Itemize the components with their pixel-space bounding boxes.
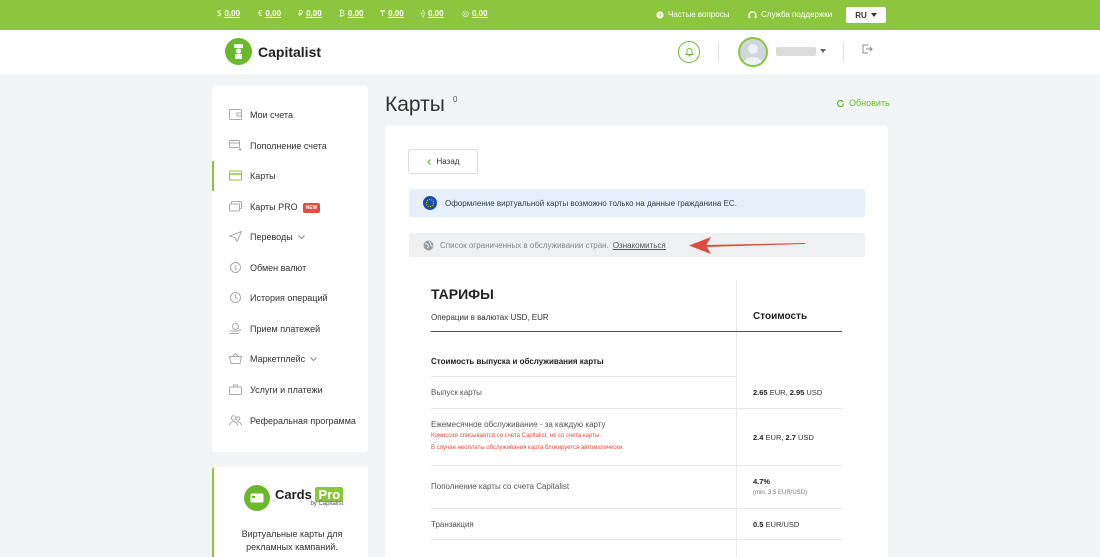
logout-icon[interactable]: [862, 44, 873, 54]
sidebar-item-transfers[interactable]: Переводы: [212, 222, 368, 252]
avatar[interactable]: [738, 37, 768, 67]
chevron-down-icon[interactable]: [820, 49, 826, 53]
header-rule: [431, 331, 842, 332]
chevron-down-icon: [310, 357, 317, 362]
tariff-row-value: 2.65 EUR, 2.95 USD: [753, 388, 823, 397]
headset-icon: [748, 10, 757, 18]
tariff-row-note: Комиссия списывается со счета Capitalist…: [431, 433, 601, 439]
cards-pro-logo: Cards Pro by Capitalist: [244, 485, 344, 511]
row-divider: [431, 508, 842, 509]
card-plus-icon: [229, 140, 242, 151]
balance-coin[interactable]: ◎ 0,00: [462, 9, 488, 18]
tariffs-title: ТАРИФЫ: [431, 286, 494, 302]
sidebar-item-marketplace[interactable]: Маркетплейс: [212, 344, 368, 374]
sidebar-item-referral[interactable]: Реферальная программа: [212, 406, 368, 436]
clock-icon: [230, 292, 241, 303]
balance-kzt[interactable]: ₸ 0,00: [380, 9, 404, 18]
sidebar: Мои счета Пополнение счета Карты Карты P…: [212, 86, 368, 452]
header: Capitalist: [0, 30, 1100, 74]
cost-column-header: Стоимость: [753, 311, 808, 322]
capitalist-logo-icon: [225, 38, 252, 65]
chevron-down-icon: [297, 235, 305, 240]
hand-coin-icon: [229, 323, 242, 334]
notifications-bell-icon[interactable]: [678, 41, 700, 63]
divider: [843, 42, 844, 62]
sidebar-item-accounts[interactable]: Мои счета: [212, 100, 368, 130]
balance-btc[interactable]: ₿ 0,00: [339, 9, 364, 18]
cards-stack-icon: [229, 201, 242, 212]
chevron-down-icon: [870, 13, 877, 17]
tariffs-subtitle: Операции в валютах USD, EUR: [431, 313, 549, 322]
svg-text:?: ?: [658, 13, 662, 19]
column-divider: [736, 280, 737, 557]
sidebar-item-history[interactable]: История операций: [212, 283, 368, 313]
sidebar-item-topup[interactable]: Пополнение счета: [212, 131, 368, 161]
sidebar-item-cards[interactable]: Карты: [212, 161, 368, 191]
sidebar-item-exchange[interactable]: $ Обмен валют: [212, 253, 368, 283]
page-title: Карты: [385, 93, 445, 116]
divider: [718, 42, 719, 62]
row-divider: [431, 539, 842, 540]
tariff-row-note: В случае неоплаты обслуживания карта бло…: [431, 445, 624, 451]
balance-usd[interactable]: $0,00: [217, 9, 240, 18]
cards-pro-promo[interactable]: Cards Pro by Capitalist Виртуальные карт…: [212, 467, 368, 557]
tariff-row-label: Ежемесячное обслуживание - за каждую кар…: [431, 420, 606, 429]
card-icon: [244, 485, 270, 511]
tariff-row-value: 2.4 EUR, 2.7 USD: [753, 433, 814, 442]
chevron-left-icon: [426, 158, 431, 165]
question-icon: ?: [656, 10, 664, 19]
sidebar-item-services[interactable]: Услуги и платежи: [212, 375, 368, 405]
new-badge: NEW: [302, 202, 321, 213]
back-button[interactable]: Назад: [408, 149, 478, 174]
balance-eur[interactable]: €0,00: [258, 9, 281, 18]
promo-description: Виртуальные карты для рекламных кампаний…: [241, 529, 343, 552]
tariff-row-label: Выпуск карты: [431, 388, 482, 397]
cards-content-panel: Назад Оформление виртуальной карты возмо…: [385, 126, 888, 557]
wallet-icon: [229, 109, 242, 120]
tariff-row-value: 0.5 EUR/USD: [753, 520, 800, 529]
section-header: Стоимость выпуска и обслуживания карты: [431, 357, 604, 366]
balance-eth[interactable]: ⟠ 0,00: [421, 9, 444, 18]
eu-flag-icon: [423, 196, 437, 210]
cards-count: 0: [453, 95, 458, 104]
tariff-row-min: (min. 3.5 EUR/USD): [753, 490, 808, 496]
paper-plane-icon: [229, 231, 242, 242]
support-link[interactable]: Служба поддержки: [748, 10, 832, 19]
red-arrow-annotation: [689, 237, 805, 254]
row-divider: [431, 376, 736, 377]
tariff-row-label: Транзакция: [431, 520, 474, 529]
briefcase-icon: [229, 384, 242, 395]
faq-link[interactable]: ? Частые вопросы: [656, 10, 729, 19]
language-select[interactable]: RU: [846, 7, 886, 23]
globe-icon: [423, 240, 434, 250]
sidebar-item-payments-accept[interactable]: Прием платежей: [212, 314, 368, 344]
user-name-blurred[interactable]: [776, 47, 816, 56]
tariff-row-value: 4.7%: [753, 477, 771, 486]
basket-icon: [229, 353, 242, 364]
brand-logo[interactable]: Capitalist: [225, 38, 321, 65]
eu-info-banner: Оформление виртуальной карты возможно то…: [409, 189, 865, 217]
refresh-button[interactable]: Обновить: [836, 98, 890, 108]
refresh-icon: [836, 99, 845, 107]
svg-text:$: $: [234, 266, 238, 272]
top-bar: $0,00 €0,00 ₽0,00 ₿ 0,00 ₸ 0,00 ⟠ 0,00 ◎ 0,0…: [0, 0, 1100, 30]
tariff-row-label: Пополнение карты со счета Capitalist: [431, 482, 570, 491]
restricted-countries-link[interactable]: Ознакомиться: [613, 241, 666, 250]
sidebar-item-cards-pro[interactable]: Карты PRO NEW: [212, 192, 368, 222]
balance-rub[interactable]: ₽0,00: [298, 9, 322, 18]
row-divider: [431, 465, 842, 466]
exchange-coin-icon: $: [230, 262, 241, 273]
row-divider: [431, 408, 842, 409]
users-icon: [229, 415, 242, 426]
card-icon: [229, 170, 242, 181]
